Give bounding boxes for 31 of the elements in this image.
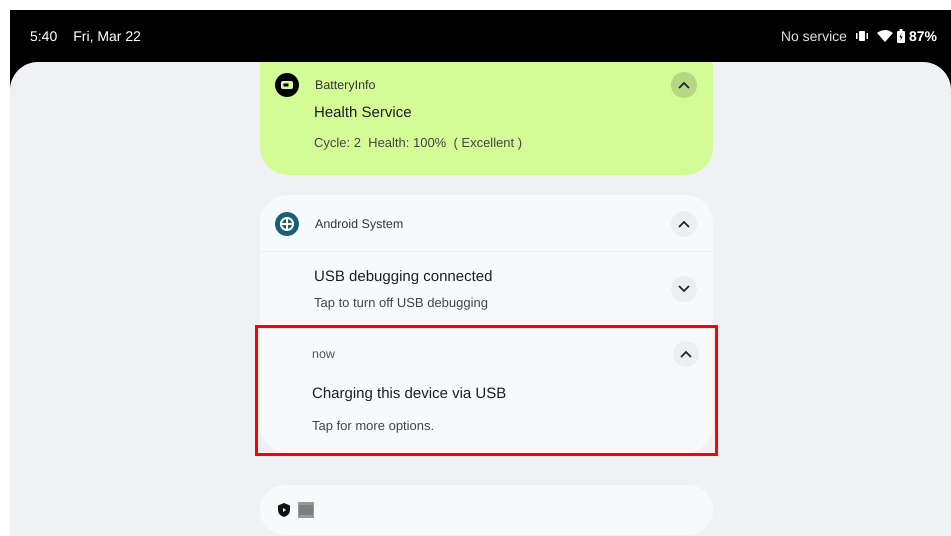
status-time: 5:40 bbox=[30, 26, 58, 46]
expand-toggle-button[interactable] bbox=[671, 276, 697, 302]
app-name: Android System bbox=[315, 216, 404, 233]
battery-icon bbox=[896, 29, 905, 43]
notification-item[interactable]: USB debugging connected Tap to turn off USB debugging bbox=[260, 251, 713, 324]
app-name: BatteryInfo bbox=[315, 76, 376, 94]
notification-item[interactable]: now Charging this device via USB Tap for more options. bbox=[258, 328, 715, 453]
notification-title: Charging this device via USB bbox=[312, 384, 508, 404]
notification-title: USB debugging connected bbox=[314, 267, 492, 287]
barcode-icon bbox=[298, 502, 314, 518]
carrier-text: No service bbox=[780, 26, 847, 46]
chevron-icon bbox=[678, 81, 690, 89]
status-date: Fri, Mar 22 bbox=[73, 26, 141, 46]
vibrate-icon bbox=[854, 30, 869, 42]
timestamp: now bbox=[312, 346, 335, 363]
expand-toggle-button[interactable] bbox=[673, 341, 699, 367]
notification-card[interactable]: BatteryInfo Health Service Cycle: 2 Health: 100% ( Excellent ) bbox=[260, 62, 713, 175]
wifi-icon bbox=[876, 30, 893, 42]
battery-percent: 87% bbox=[908, 26, 937, 46]
chevron-icon bbox=[678, 220, 690, 228]
expand-toggle-button[interactable] bbox=[671, 72, 697, 98]
gear-icon bbox=[275, 212, 299, 236]
shield-icon bbox=[278, 503, 290, 517]
notification-text: Tap for more options. bbox=[312, 416, 436, 435]
app-icon bbox=[275, 73, 299, 97]
chevron-icon bbox=[678, 285, 690, 293]
notification-text: Tap to turn off USB debugging bbox=[314, 294, 489, 312]
expand-toggle-button[interactable] bbox=[671, 211, 697, 237]
notification-title: Health Service bbox=[314, 103, 413, 123]
chevron-icon bbox=[680, 350, 692, 358]
notification-text: Cycle: 2 Health: 100% ( Excellent ) bbox=[314, 134, 524, 152]
